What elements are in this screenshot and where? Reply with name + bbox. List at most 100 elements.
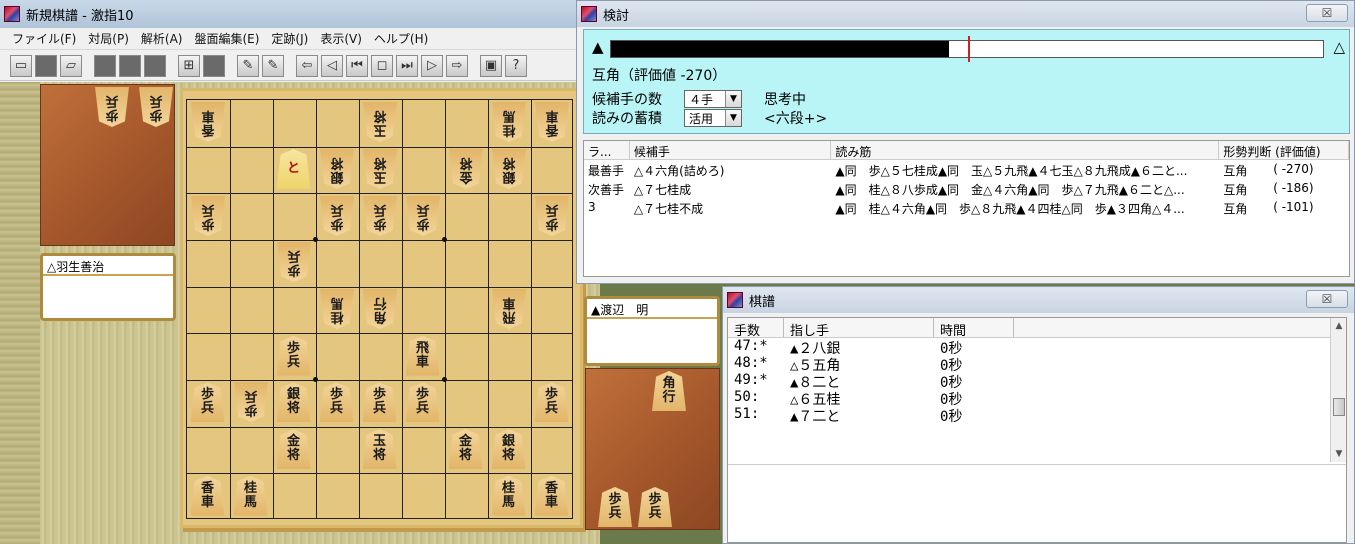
menu-game[interactable]: 対局(P) bbox=[82, 30, 135, 47]
shogi-piece[interactable]: 金将 bbox=[448, 429, 483, 469]
kifu-scrollbar[interactable]: ▲ ▼ bbox=[1330, 318, 1346, 462]
chevron-down-icon[interactable]: ▼ bbox=[725, 110, 741, 126]
list-item[interactable]: 49:* ▲８二と 0秒 bbox=[728, 372, 1346, 391]
shogi-piece[interactable]: 歩兵 bbox=[405, 382, 440, 423]
kifu-app-icon bbox=[727, 292, 743, 308]
shogi-piece[interactable]: 香車 bbox=[534, 475, 569, 516]
shogi-piece[interactable]: 歩兵 bbox=[598, 487, 632, 527]
shogi-piece[interactable]: 銀将 bbox=[492, 149, 526, 189]
forward-icon[interactable]: ▷ bbox=[421, 54, 443, 77]
edit-icon-1[interactable]: ✎ bbox=[237, 54, 259, 77]
fastforward-icon[interactable]: ⇨ bbox=[446, 54, 468, 77]
scroll-up-icon[interactable]: ▲ bbox=[1331, 318, 1347, 334]
scroll-down-icon[interactable]: ▼ bbox=[1331, 446, 1347, 462]
shogi-piece[interactable]: 桂馬 bbox=[320, 289, 354, 329]
col-judge[interactable]: 形勢判断 (評価値) bbox=[1219, 141, 1349, 159]
chevron-down-icon[interactable]: ▼ bbox=[725, 91, 741, 107]
shogi-piece[interactable]: 歩兵 bbox=[362, 382, 397, 423]
list-item[interactable]: 48:* △５五角 0秒 bbox=[728, 355, 1346, 374]
shogi-piece[interactable]: 桂馬 bbox=[491, 475, 526, 516]
menu-file[interactable]: ファイル(F) bbox=[6, 30, 82, 47]
shogi-piece[interactable]: 角行 bbox=[652, 371, 686, 411]
stop-icon[interactable] bbox=[203, 54, 225, 77]
shogi-piece[interactable]: 歩兵 bbox=[190, 382, 225, 423]
table-row[interactable]: 最善手 △４六角(詰めろ) ▲同 歩△５七桂成▲同 玉△５九飛▲４七玉△８九飛成▲６… bbox=[584, 160, 1349, 179]
shogi-piece[interactable]: 飛車 bbox=[492, 289, 526, 329]
sente-piece-stand[interactable]: 角行歩兵歩兵 bbox=[585, 368, 720, 530]
open-icon[interactable] bbox=[35, 54, 57, 77]
shogi-piece[interactable]: 歩兵 bbox=[276, 335, 311, 376]
shogi-piece[interactable]: 玉将 bbox=[363, 149, 397, 189]
shogi-piece[interactable]: 歩兵 bbox=[406, 196, 440, 236]
table-row[interactable]: 3 △７七桂不成 ▲同 桂△４六角▲同 歩△８九飛▲４四桂△同 歩▲３四角△４...… bbox=[584, 198, 1349, 217]
shogi-piece[interactable]: 歩兵 bbox=[638, 487, 672, 527]
kifu-titlebar: 棋譜 bbox=[723, 287, 1354, 313]
board-icon-3[interactable] bbox=[144, 54, 166, 77]
shogi-piece[interactable]: 歩兵 bbox=[319, 382, 354, 423]
col-move[interactable]: 候補手 bbox=[630, 141, 832, 159]
cell-time: 0秒 bbox=[940, 341, 963, 357]
last-icon[interactable]: ⏭ bbox=[396, 54, 418, 77]
new-icon[interactable]: ▭ bbox=[10, 54, 32, 77]
col-move-text[interactable]: 指し手 bbox=[784, 318, 934, 339]
kifu-header: 手数 指し手 時間 bbox=[728, 318, 1346, 339]
kifu-title: 棋譜 bbox=[749, 294, 776, 310]
cell-time: 0秒 bbox=[940, 375, 963, 391]
list-item[interactable]: 51: ▲７二と 0秒 bbox=[728, 406, 1346, 425]
menu-board-edit[interactable]: 盤面編集(E) bbox=[188, 30, 265, 47]
shogi-piece[interactable]: 歩兵 bbox=[534, 382, 569, 423]
grid-line bbox=[187, 146, 572, 148]
table-row[interactable]: 次善手 △７七桂成 ▲同 桂△８八歩成▲同 金△４六角▲同 歩△７九飛▲６二と△..… bbox=[584, 179, 1349, 198]
shogi-piece[interactable]: 香車 bbox=[191, 102, 225, 142]
board-icon-2[interactable] bbox=[119, 54, 141, 77]
shogi-piece[interactable]: 金将 bbox=[449, 149, 483, 189]
col-rank[interactable]: ラ... bbox=[584, 141, 630, 159]
shogi-piece[interactable]: 歩兵 bbox=[363, 196, 397, 236]
shogi-piece[interactable]: 桂馬 bbox=[492, 102, 526, 142]
shogi-piece[interactable]: 角行 bbox=[363, 289, 397, 329]
shogi-piece[interactable]: 歩兵 bbox=[95, 87, 129, 127]
menu-analysis[interactable]: 解析(A) bbox=[135, 30, 189, 47]
shogi-piece[interactable]: 歩兵 bbox=[234, 382, 268, 422]
analyze-icon[interactable]: ⊞ bbox=[178, 54, 200, 77]
shogi-piece[interactable]: 銀将 bbox=[320, 149, 354, 189]
shogi-piece[interactable]: 香車 bbox=[190, 475, 225, 516]
shogi-piece[interactable]: 歩兵 bbox=[320, 196, 354, 236]
accumulation-select[interactable]: 活用 ▼ bbox=[684, 109, 742, 127]
list-item[interactable]: 47:* ▲２八銀 0秒 bbox=[728, 338, 1346, 357]
close-icon[interactable]: ☒ bbox=[1306, 290, 1348, 308]
menu-joseki[interactable]: 定跡(J) bbox=[265, 30, 314, 47]
col-move-number[interactable]: 手数 bbox=[728, 318, 784, 339]
shogi-piece[interactable]: 香車 bbox=[535, 102, 569, 142]
monitor-icon[interactable]: ▣ bbox=[480, 54, 502, 77]
shogi-piece[interactable]: 銀将 bbox=[491, 429, 526, 469]
gote-piece-stand[interactable]: 歩兵歩兵 bbox=[40, 84, 175, 246]
list-item[interactable]: 50: △６五桂 0秒 bbox=[728, 389, 1346, 408]
scroll-thumb[interactable] bbox=[1333, 398, 1345, 416]
shogi-piece[interactable]: 歩兵 bbox=[277, 242, 311, 282]
first-icon[interactable]: ⏮ bbox=[346, 54, 368, 77]
shogi-piece[interactable]: 玉将 bbox=[362, 429, 397, 469]
candidates-select[interactable]: ４手 ▼ bbox=[684, 90, 742, 108]
shogi-piece[interactable]: 桂馬 bbox=[233, 475, 268, 516]
col-time[interactable]: 時間 bbox=[934, 318, 1014, 339]
menu-help[interactable]: ヘルプ(H) bbox=[368, 30, 434, 47]
edit-icon-2[interactable]: ✎ bbox=[262, 54, 284, 77]
shogi-piece[interactable]: 歩兵 bbox=[191, 196, 225, 236]
shogi-piece[interactable]: 金将 bbox=[276, 429, 311, 469]
board-icon-1[interactable] bbox=[94, 54, 116, 77]
back-icon[interactable]: ◁ bbox=[321, 54, 343, 77]
shogi-piece[interactable]: 歩兵 bbox=[535, 196, 569, 236]
rewind-icon[interactable]: ⇦ bbox=[296, 54, 318, 77]
save-icon[interactable]: ▱ bbox=[60, 54, 82, 77]
shogi-piece[interactable]: と bbox=[276, 149, 311, 189]
menu-view[interactable]: 表示(V) bbox=[314, 30, 368, 47]
help-icon[interactable]: ? bbox=[505, 54, 527, 77]
shogi-piece[interactable]: 飛車 bbox=[405, 335, 440, 376]
shogi-piece[interactable]: 銀将 bbox=[276, 382, 311, 423]
col-line[interactable]: 読み筋 bbox=[831, 141, 1220, 159]
shogi-piece[interactable]: 歩兵 bbox=[139, 87, 173, 127]
shogi-piece[interactable]: 玉将 bbox=[363, 102, 397, 142]
square-icon[interactable]: ◻ bbox=[371, 54, 393, 77]
close-icon[interactable]: ☒ bbox=[1306, 4, 1348, 22]
